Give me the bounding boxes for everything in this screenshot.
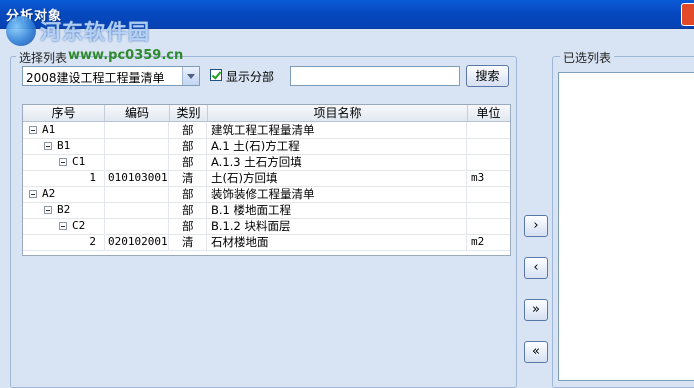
cell-unit [468, 154, 509, 170]
cell-type: 部 [170, 202, 207, 218]
cell-name: 装饰装修工程量清单 [208, 186, 467, 202]
window-title: 分析对象 [6, 9, 63, 24]
cell-name: B.1.2 块料面层 [208, 218, 467, 234]
cell-type: 清 [170, 234, 207, 250]
chevron-down-icon[interactable] [182, 67, 199, 85]
table-row[interactable]: B1 部 A.1 土(石)方工程 [23, 138, 510, 155]
cell-unit [468, 186, 509, 202]
cell-name: B.1 楼地面工程 [208, 202, 467, 218]
table-row[interactable]: A1 部建筑工程工程量清单 [23, 122, 510, 139]
cell-seq: A1 [23, 122, 105, 138]
collapse-toggle-icon[interactable] [29, 190, 37, 198]
cell-seq: B1 [23, 138, 105, 154]
row-seq: B1 [57, 139, 71, 152]
add-all-button[interactable]: » [524, 299, 548, 321]
cell-type: 部 [170, 138, 207, 154]
grid-header: 序号 编码 类别 项目名称 单位 [23, 105, 510, 122]
table-row[interactable]: 1 010103001 清土(石)方回填 m3 [23, 170, 510, 187]
column-header-name[interactable]: 项目名称 [208, 105, 468, 121]
cell-name: 建筑工程工程量清单 [208, 122, 467, 138]
cell-unit [468, 202, 509, 218]
cell-seq: C2 [23, 218, 105, 234]
column-header-type[interactable]: 类别 [170, 105, 208, 121]
project-tree-grid[interactable]: 序号 编码 类别 项目名称 单位 A1 部建筑工程工程量清单 B1 部 A.1 土(石)… [22, 104, 511, 256]
table-row[interactable]: B2 部 B.1 楼地面工程 [23, 202, 510, 219]
cell-seq: 1 [23, 170, 105, 186]
cell-unit [468, 122, 509, 138]
row-seq: A1 [42, 123, 56, 136]
cell-name: A.1 土(石)方工程 [208, 138, 467, 154]
show-division-label: 显示分部 [226, 70, 275, 84]
cell-seq: A2 [23, 186, 105, 202]
cell-code [105, 186, 169, 202]
row-seq: C1 [72, 155, 86, 168]
collapse-toggle-icon[interactable] [59, 222, 67, 230]
remove-all-button[interactable]: « [524, 341, 548, 363]
cell-type: 部 [170, 186, 207, 202]
cell-code [105, 138, 169, 154]
cell-type: 部 [170, 154, 207, 170]
search-input[interactable] [290, 66, 460, 86]
column-header-unit[interactable]: 单位 [468, 105, 509, 121]
show-division-checkbox[interactable] [210, 69, 222, 81]
cell-unit: m3 [471, 171, 485, 184]
collapse-toggle-icon[interactable] [29, 126, 37, 134]
selection-list-label: 选择列表 [16, 49, 71, 66]
title-bar: 分析对象 [0, 0, 694, 29]
collapse-toggle-icon[interactable] [44, 142, 52, 150]
add-one-button[interactable]: › [524, 215, 548, 237]
column-header-seq[interactable]: 序号 [23, 105, 105, 121]
row-seq: A2 [42, 187, 56, 200]
remove-one-button[interactable]: ‹ [524, 257, 548, 279]
table-row[interactable]: C1 部 A.1.3 土石方回填 [23, 154, 510, 171]
row-seq: B2 [57, 203, 71, 216]
column-header-code[interactable]: 编码 [105, 105, 170, 121]
cell-seq: B2 [23, 202, 105, 218]
cell-type: 清 [170, 170, 207, 186]
project-select[interactable]: 2008建设工程工程量清单 [22, 66, 200, 86]
cell-type: 部 [170, 218, 207, 234]
row-seq: 1 [89, 171, 96, 184]
row-seq: C2 [72, 219, 86, 232]
table-row[interactable]: C2 部 B.1.2 块料面层 [23, 218, 510, 235]
table-row[interactable]: A2 部装饰装修工程量清单 [23, 186, 510, 203]
cell-name: A.1.3 土石方回填 [208, 154, 467, 170]
project-select-value: 2008建设工程工程量清单 [26, 71, 165, 85]
cell-type: 部 [170, 122, 207, 138]
cell-code [105, 218, 169, 234]
cell-unit [468, 218, 509, 234]
search-button[interactable]: 搜索 [466, 65, 509, 87]
cell-name: 石材楼地面 [208, 234, 467, 250]
table-row[interactable]: 2 020102001 清石材楼地面 m2 [23, 234, 510, 251]
cell-code [105, 202, 169, 218]
cell-code: 020102001 [105, 234, 169, 250]
cell-name: 土(石)方回填 [208, 170, 467, 186]
cell-seq: 2 [23, 234, 105, 250]
collapse-toggle-icon[interactable] [44, 206, 52, 214]
selected-list-label: 已选列表 [560, 49, 615, 66]
selected-list[interactable] [558, 72, 694, 381]
cell-seq: C1 [23, 154, 105, 170]
close-button[interactable] [681, 3, 694, 26]
cell-unit [468, 138, 509, 154]
row-seq: 2 [89, 235, 96, 248]
collapse-toggle-icon[interactable] [59, 158, 67, 166]
cell-unit: m2 [471, 235, 485, 248]
cell-code [105, 154, 169, 170]
cell-code: 010103001 [105, 170, 169, 186]
cell-code [105, 122, 169, 138]
